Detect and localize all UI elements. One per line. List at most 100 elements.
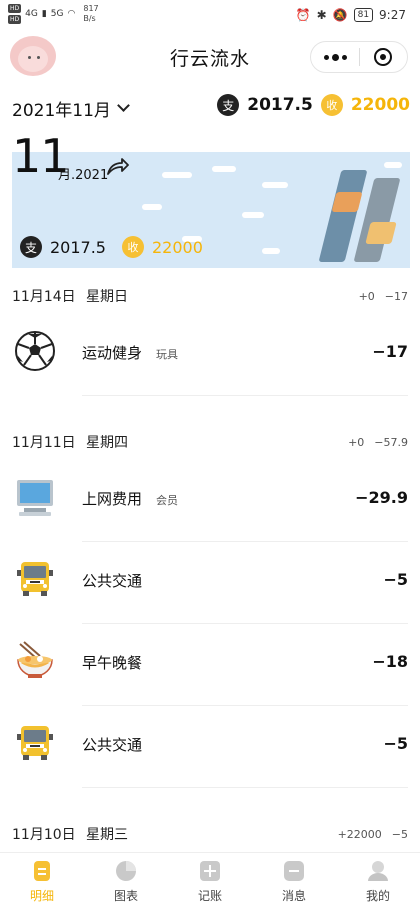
group-date: 11月14日 [12, 289, 76, 305]
message-icon [282, 859, 306, 883]
bluetooth-icon: ✱ [316, 8, 327, 22]
tab-bar: 明细 图表 记账 消息 我的 [0, 852, 420, 910]
transaction-row[interactable]: 早午晚餐 −18 [0, 624, 420, 706]
transaction-amount: −18 [372, 652, 408, 671]
decorative-patch [331, 192, 363, 212]
cloud [384, 162, 402, 168]
status-right: ⏰ ✱ 🔕 81 9:27 [296, 8, 406, 22]
group-date: 11月10日 [12, 827, 76, 843]
pie-chart-icon [114, 859, 138, 883]
speed-unit: B/s [83, 14, 96, 23]
mute-icon: 🔕 [332, 8, 348, 22]
transaction-category: 早午晚餐 [82, 654, 143, 672]
target-icon [374, 48, 393, 66]
battery-icon: 81 [353, 8, 374, 22]
month-totals: 支 2017.5 收 22000 [217, 94, 410, 116]
profile-icon [366, 859, 390, 883]
hd-badge: HD [8, 4, 22, 13]
day-group-header: 11月10日 星期三 +22000 −5 [0, 816, 420, 852]
more-options-button[interactable] [311, 42, 359, 72]
tab-detail[interactable]: 明细 [0, 853, 84, 910]
expense-total: 2017.5 [247, 95, 313, 115]
cloud [262, 182, 288, 188]
month-summary: 2021年11月 支 2017.5 收 22000 [0, 90, 420, 126]
income-total: 22000 [350, 95, 410, 115]
month-selector[interactable]: 2021年11月 [12, 96, 130, 121]
transaction-category: 上网费用 [82, 490, 143, 508]
group-sums: +22000 −5 [338, 828, 408, 841]
bus-icon [14, 558, 56, 600]
banner-month-year: 月.2021 [58, 168, 109, 183]
close-miniapp-button[interactable] [360, 42, 407, 72]
banner-totals: 支 2017.5 收 22000 [20, 236, 203, 258]
transaction-amount: −5 [383, 570, 408, 589]
expense-badge: 支 [217, 94, 240, 116]
cloud [262, 248, 280, 254]
row-divider [82, 395, 408, 396]
tab-label: 记账 [197, 889, 222, 903]
computer-icon [14, 476, 56, 518]
tab-plus[interactable]: 记账 [168, 853, 252, 910]
wifi-icon: ◠ [67, 9, 76, 19]
transaction-row[interactable]: 公共交通 −5 [0, 542, 420, 624]
banner-income: 22000 [151, 237, 203, 257]
tab-label: 消息 [281, 889, 306, 903]
signal-bars-icon: ▮ [41, 9, 47, 19]
cloud [142, 204, 162, 210]
cloud [242, 212, 264, 218]
transaction-category: 运动健身 [82, 344, 143, 362]
tab-pie-chart[interactable]: 图表 [84, 853, 168, 910]
month-label: 2021年11月 [12, 101, 111, 121]
tab-label: 明细 [29, 889, 54, 903]
transaction-row[interactable]: 公共交通 −5 [0, 706, 420, 788]
income-badge: 收 [320, 94, 343, 116]
status-left: HD HD 4G ▮ 5G ◠ 817 B/s [8, 4, 99, 24]
dot-icon [323, 54, 329, 60]
group-weekday: 星期四 [86, 435, 128, 451]
tab-profile[interactable]: 我的 [336, 853, 420, 910]
miniapp-capsule [310, 41, 408, 73]
transaction-note: 玩具 [156, 348, 178, 361]
day-group: 11月14日 星期日 +0 −17 运动健身 玩具 −17 [0, 278, 420, 396]
decorative-patch [365, 222, 397, 244]
dot-icon [341, 54, 347, 60]
hd-badge: HD [8, 15, 22, 24]
group-expense-sum: −5 [391, 827, 408, 841]
group-income-sum: +22000 [337, 827, 382, 841]
group-sums: +0 −57.9 [348, 436, 408, 449]
day-group-header: 11月11日 星期四 +0 −57.9 [0, 424, 420, 460]
signal-5g-icon: 5G [50, 9, 64, 19]
transaction-list: 11月14日 星期日 +0 −17 运动健身 玩具 −17 11月11日 星期四 +0 −57.9 上… [0, 278, 420, 910]
expense-badge: 支 [20, 236, 42, 258]
cloud [212, 166, 236, 172]
cloud [162, 172, 192, 178]
transaction-category: 公共交通 [82, 736, 143, 754]
group-weekday: 星期日 [86, 289, 128, 305]
alarm-icon: ⏰ [295, 8, 311, 22]
day-group-header: 11月14日 星期日 +0 −17 [0, 278, 420, 314]
tab-message[interactable]: 消息 [252, 853, 336, 910]
group-weekday: 星期三 [86, 827, 128, 843]
signal-4g-icon: 4G [25, 9, 38, 19]
network-speed: 817 B/s [83, 4, 98, 24]
group-income-sum: +0 [348, 435, 365, 449]
dot-icon [331, 53, 339, 61]
soccer-ball-icon [14, 330, 56, 372]
tab-label: 我的 [365, 889, 390, 903]
group-sums: +0 −17 [359, 290, 408, 303]
transaction-row[interactable]: 上网费用 会员 −29.9 [0, 460, 420, 542]
nav-bar: 行云流水 [0, 32, 420, 84]
status-bar: HD HD 4G ▮ 5G ◠ 817 B/s ⏰ ✱ 🔕 81 9:27 [0, 0, 420, 32]
detail-icon [30, 859, 54, 883]
group-income-sum: +0 [358, 289, 375, 303]
noodle-bowl-icon [14, 640, 56, 682]
transaction-note: 会员 [156, 494, 178, 507]
share-icon[interactable] [106, 156, 130, 176]
transaction-row[interactable]: 运动健身 玩具 −17 [0, 314, 420, 396]
chevron-down-icon [117, 99, 130, 112]
speed-value: 817 [83, 4, 99, 13]
transaction-category: 公共交通 [82, 572, 143, 590]
group-expense-sum: −17 [384, 289, 408, 303]
